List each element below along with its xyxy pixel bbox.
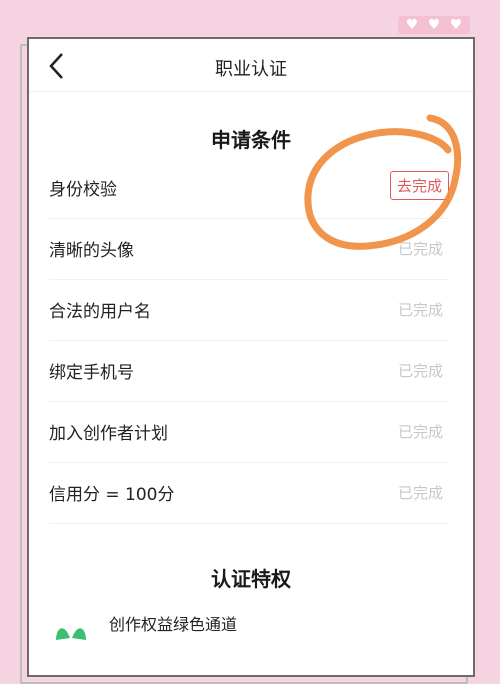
hearts-decoration: ♥ ♥ ♥ <box>398 16 470 34</box>
heart-icon: ♥ <box>449 17 463 33</box>
requirement-label: 信用分 = 100分 <box>49 485 175 505</box>
requirement-row-phone: 绑定手机号 已完成 <box>49 340 449 402</box>
green-leaf-icon <box>56 628 86 640</box>
requirement-row-credit-score: 信用分 = 100分 已完成 <box>49 462 449 524</box>
requirement-label: 合法的用户名 <box>49 302 151 322</box>
heart-icon: ♥ <box>427 17 441 33</box>
requirements-title: 申请条件 <box>211 128 291 152</box>
completed-status: 已完成 <box>397 423 443 441</box>
page-title: 职业认证 <box>215 59 287 80</box>
completed-status: 已完成 <box>397 484 443 502</box>
requirement-label: 加入创作者计划 <box>49 424 168 444</box>
heart-icon: ♥ <box>405 17 419 33</box>
privileges-title: 认证特权 <box>211 567 291 591</box>
requirement-row-creator-plan: 加入创作者计划 已完成 <box>49 401 449 463</box>
privilege-item-label: 创作权益绿色通道 <box>109 615 238 634</box>
completed-status: 已完成 <box>397 240 443 258</box>
completed-status: 已完成 <box>397 362 443 380</box>
requirement-row-identity: 身份校验 去完成 <box>49 157 449 219</box>
go-complete-button[interactable]: 去完成 <box>389 171 449 200</box>
completed-status: 已完成 <box>397 301 443 319</box>
phone-screen: 职业认证 申请条件 身份校验 去完成 清晰的头像 已完成 合法的用户名 已完成 … <box>27 37 475 677</box>
requirement-label: 身份校验 <box>49 180 117 200</box>
nav-bar: 职业认证 <box>29 39 473 92</box>
requirement-label: 清晰的头像 <box>49 241 134 261</box>
requirement-row-username: 合法的用户名 已完成 <box>49 279 449 341</box>
requirement-label: 绑定手机号 <box>49 363 134 383</box>
requirement-row-avatar: 清晰的头像 已完成 <box>49 218 449 280</box>
